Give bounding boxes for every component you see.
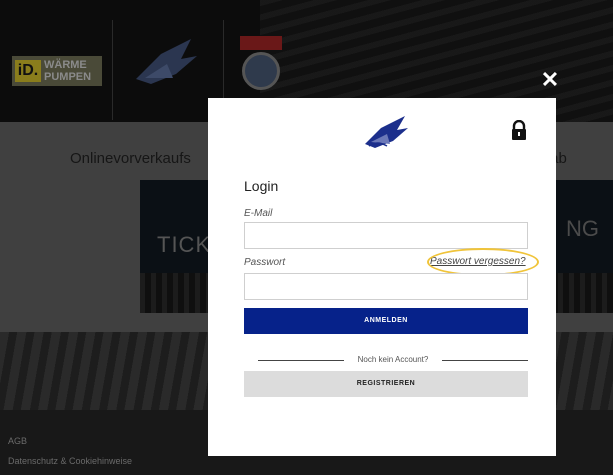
sponsor-logo-line2: PUMPEN bbox=[44, 71, 92, 83]
no-account-text: Noch kein Account? bbox=[357, 355, 429, 364]
banner-text-right: NG bbox=[566, 216, 599, 241]
forgot-password-link[interactable]: Passwort vergessen? bbox=[430, 256, 526, 267]
sponsor-logo-line1: WÄRME bbox=[44, 59, 87, 71]
footer-link-agb[interactable]: AGB bbox=[8, 436, 27, 446]
password-field[interactable] bbox=[244, 273, 528, 300]
sponsor-logo-badge: iD. bbox=[15, 60, 41, 82]
divider-line-right bbox=[442, 360, 528, 361]
divider-line-left bbox=[258, 360, 344, 361]
login-title: Login bbox=[244, 178, 279, 194]
login-button[interactable]: ANMELDEN bbox=[244, 308, 528, 334]
email-label: E-Mail bbox=[244, 208, 273, 219]
register-button[interactable]: REGISTRIEREN bbox=[244, 371, 528, 397]
league-logo-tag bbox=[240, 36, 282, 50]
lock-icon bbox=[512, 120, 526, 140]
league-logo[interactable] bbox=[240, 36, 284, 96]
divider: Noch kein Account? bbox=[258, 355, 528, 365]
league-logo-ring bbox=[242, 52, 280, 90]
banner-text-left: TICK bbox=[157, 232, 212, 257]
email-field[interactable] bbox=[244, 222, 528, 249]
sponsor-logo[interactable]: iD. WÄRME PUMPEN bbox=[12, 56, 102, 86]
close-icon[interactable]: ✕ bbox=[538, 68, 562, 92]
login-modal: Login E-Mail Passwort Passwort vergessen… bbox=[208, 98, 556, 456]
password-label: Passwort bbox=[244, 257, 286, 268]
page-heading-left: Onlinevorverkaufs bbox=[70, 150, 191, 167]
footer-link-privacy[interactable]: Datenschutz & Cookiehinweise bbox=[8, 456, 132, 466]
eagle-logo-icon bbox=[136, 39, 197, 84]
sponsor-logo-text: WÄRME PUMPEN bbox=[44, 59, 91, 83]
vsv-eagle-logo-icon bbox=[365, 116, 408, 148]
